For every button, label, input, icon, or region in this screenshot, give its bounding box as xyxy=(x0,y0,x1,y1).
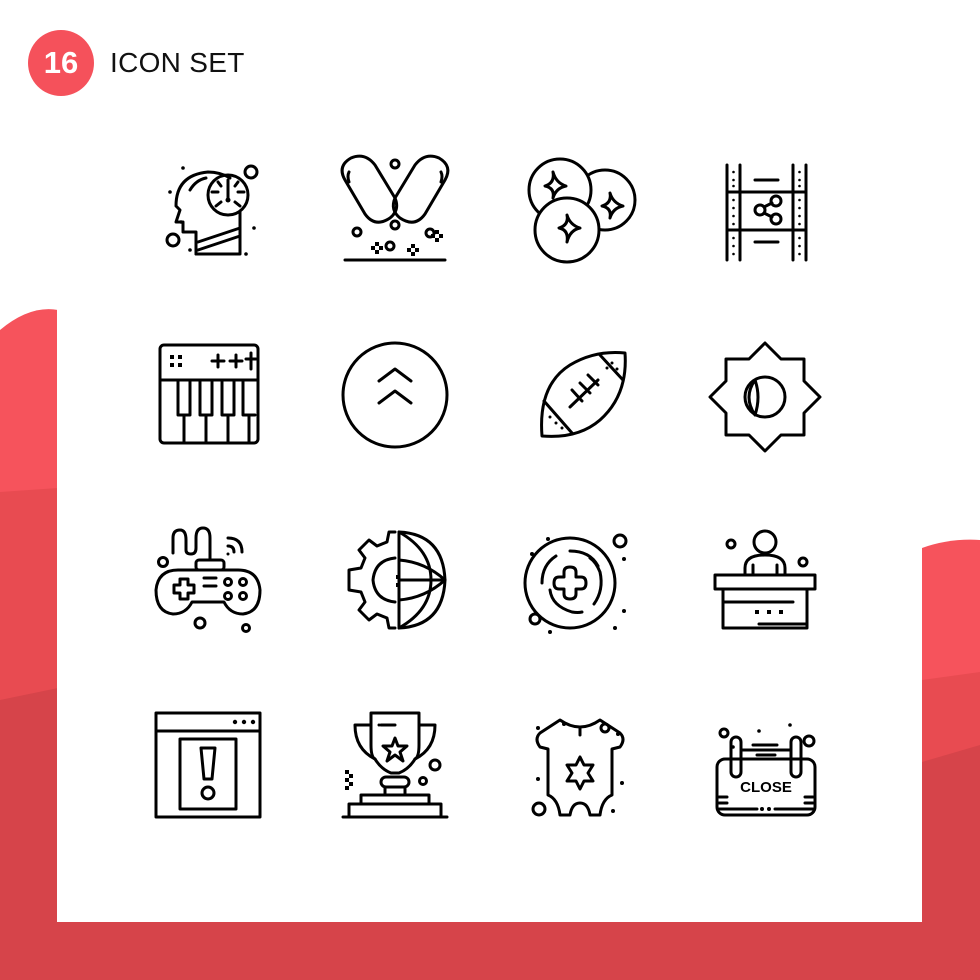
american-football-icon[interactable] xyxy=(520,335,640,455)
islamic-star-moon-icon[interactable] xyxy=(705,335,825,455)
gamepad-icon[interactable] xyxy=(148,520,268,640)
piano-keyboard-icon[interactable] xyxy=(148,335,268,455)
mind-speedometer-icon[interactable] xyxy=(148,150,268,270)
trophy-icon[interactable] xyxy=(335,705,455,825)
count-badge: 16 xyxy=(28,30,94,96)
gear-globe-icon[interactable] xyxy=(335,520,455,640)
coins-icon[interactable] xyxy=(520,150,640,270)
film-share-icon[interactable] xyxy=(705,150,825,270)
header: 16 ICON SET xyxy=(28,28,245,98)
add-button-icon[interactable] xyxy=(520,520,640,640)
close-sign-label: CLOSE xyxy=(740,779,792,796)
reception-desk-icon[interactable] xyxy=(705,520,825,640)
browser-alert-icon[interactable] xyxy=(148,705,268,825)
baby-onesie-icon[interactable] xyxy=(520,705,640,825)
double-chevron-up-icon[interactable] xyxy=(335,335,455,455)
page-title: ICON SET xyxy=(110,47,245,78)
capsules-icon[interactable] xyxy=(335,150,455,270)
close-sign-icon[interactable]: CLOSE xyxy=(705,705,825,825)
